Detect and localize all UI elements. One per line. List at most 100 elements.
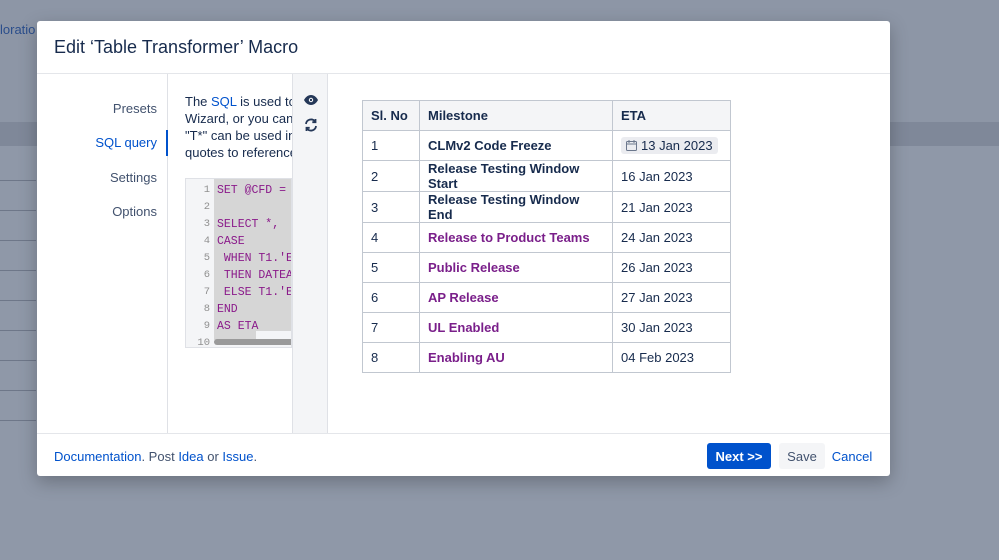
nav-item-settings[interactable]: Settings — [110, 170, 157, 185]
cell-milestone: UL Enabled — [419, 312, 613, 343]
code-text: WHEN T1.'E — [217, 252, 292, 265]
macro-dialog: Edit ‘Table Transformer’ Macro Presets S… — [37, 21, 890, 476]
cell-eta: 04 Feb 2023 — [612, 342, 731, 373]
background-row-divider — [0, 330, 36, 331]
nav-item-options[interactable]: Options — [112, 204, 157, 219]
dialog-body: Presets SQL query Settings Options The S… — [37, 74, 890, 433]
line-number: 1 — [203, 184, 210, 196]
cell-sl-no: 1 — [362, 130, 420, 161]
cell-milestone: Release Testing Window End — [419, 191, 613, 223]
cell-milestone: Enabling AU — [419, 342, 613, 373]
description-text: Wizard, or you can — [185, 111, 292, 126]
code-line: 3 SELECT *, — [186, 216, 291, 233]
cell-milestone: Public Release — [419, 252, 613, 283]
code-text: SELECT *, — [217, 218, 287, 231]
background-row-divider — [0, 300, 36, 301]
background-row-divider — [0, 240, 36, 241]
line-number: 8 — [203, 303, 210, 315]
line-number: 7 — [203, 286, 210, 298]
preview-toolbar — [292, 74, 328, 433]
sql-editor[interactable]: 1 SET @CFD = 2 3 SELECT *, 4 CASE 5 WHEN T1… — [185, 178, 292, 348]
cell-eta: 30 Jan 2023 — [612, 312, 731, 343]
code-line: 1 SET @CFD = — [186, 182, 292, 199]
cell-milestone: Release to Product Teams — [419, 222, 613, 253]
code-line: 7 ELSE T1.'E — [186, 284, 292, 301]
code-line: 9 AS ETA — [186, 318, 291, 335]
description-text: quotes to reference — [185, 145, 292, 160]
sql-description: The SQL is used to Wizard, or you can "T… — [185, 93, 292, 163]
dialog-title: Edit ‘Table Transformer’ Macro — [54, 37, 299, 57]
cell-milestone: CLMv2 Code Freeze — [419, 130, 613, 161]
background-row-divider — [0, 180, 36, 181]
table-row: 5 Public Release 26 Jan 2023 — [362, 252, 731, 283]
code-text: ELSE T1.'E — [217, 286, 292, 299]
idea-link[interactable]: Idea — [178, 449, 203, 464]
cell-milestone: AP Release — [419, 282, 613, 313]
next-button[interactable]: Next >> — [707, 443, 771, 469]
code-line: 8 END — [186, 301, 291, 318]
horizontal-scrollbar[interactable] — [214, 339, 291, 345]
footer-text: . — [253, 449, 258, 464]
line-number: 3 — [203, 218, 210, 230]
save-button[interactable]: Save — [779, 443, 825, 469]
cell-eta: 27 Jan 2023 — [612, 282, 731, 313]
code-text: AS ETA — [217, 320, 259, 333]
table-row: 6 AP Release 27 Jan 2023 — [362, 282, 731, 313]
table-row: 4 Release to Product Teams 24 Jan 2023 — [362, 222, 731, 253]
code-text: SET @CFD = — [217, 184, 292, 197]
dialog-header: Edit ‘Table Transformer’ Macro — [37, 21, 890, 74]
code-text: END — [217, 303, 238, 316]
background-row-divider — [0, 210, 36, 211]
background-breadcrumb: loratio — [0, 22, 36, 37]
cancel-button[interactable]: Cancel — [829, 443, 875, 469]
line-number: 6 — [203, 269, 210, 281]
code-line: 5 WHEN T1.'E — [186, 250, 292, 267]
documentation-link[interactable]: Documentation — [54, 449, 141, 464]
preview-table: Sl. No Milestone ETA 1 CLMv2 Code Freeze 1… — [362, 100, 731, 373]
table-row: 7 UL Enabled 30 Jan 2023 — [362, 312, 731, 343]
description-text: is used to — [236, 94, 292, 109]
cell-eta: 13 Jan 2023 — [612, 130, 731, 161]
code-line: 4 CASE — [186, 233, 291, 250]
cell-eta: 16 Jan 2023 — [612, 160, 731, 192]
table-row: 2 Release Testing Window Start 16 Jan 2023 — [362, 160, 731, 192]
background-row-divider — [0, 390, 36, 391]
description-text: The — [185, 94, 212, 109]
table-row: 1 CLMv2 Code Freeze 13 Jan 2023 — [362, 130, 731, 161]
footer-text: . Post — [141, 449, 179, 464]
line-number: 10 — [197, 337, 210, 348]
cell-eta: 21 Jan 2023 — [612, 191, 731, 223]
line-number: 2 — [203, 201, 210, 213]
date-lozenge[interactable]: 13 Jan 2023 — [621, 137, 718, 154]
background-row-divider — [0, 420, 36, 421]
footer-links: Documentation. Post Idea or Issue. — [54, 449, 257, 464]
nav-item-sql-query[interactable]: SQL query — [95, 135, 157, 150]
dialog-footer: Documentation. Post Idea or Issue. Next … — [37, 433, 890, 476]
code-line: 6 THEN DATEA — [186, 267, 291, 284]
cell-eta: 26 Jan 2023 — [612, 252, 731, 283]
settings-nav: Presets SQL query Settings Options — [37, 74, 168, 433]
background-row-divider — [0, 360, 36, 361]
background-row-divider — [0, 270, 36, 271]
column-header: Sl. No — [362, 100, 420, 131]
description-text: "T*" can be used in — [185, 128, 292, 143]
table-row: 3 Release Testing Window End 21 Jan 2023 — [362, 191, 731, 223]
eye-icon[interactable] — [302, 91, 320, 109]
column-header: ETA — [612, 100, 731, 131]
cell-sl-no: 8 — [362, 342, 420, 373]
nav-active-indicator — [166, 130, 168, 156]
code-text: CASE — [217, 235, 245, 248]
cell-sl-no: 4 — [362, 222, 420, 253]
line-number: 4 — [203, 235, 210, 247]
cell-sl-no: 3 — [362, 191, 420, 223]
calendar-icon — [626, 140, 637, 151]
cell-sl-no: 7 — [362, 312, 420, 343]
cell-sl-no: 5 — [362, 252, 420, 283]
sql-link[interactable]: SQL — [211, 94, 237, 109]
refresh-icon[interactable] — [302, 116, 320, 134]
table-preview: Sl. No Milestone ETA 1 CLMv2 Code Freeze 1… — [362, 100, 731, 373]
issue-link[interactable]: Issue — [222, 449, 253, 464]
cell-eta: 24 Jan 2023 — [612, 222, 731, 253]
nav-item-presets[interactable]: Presets — [113, 101, 157, 116]
cell-sl-no: 2 — [362, 160, 420, 192]
